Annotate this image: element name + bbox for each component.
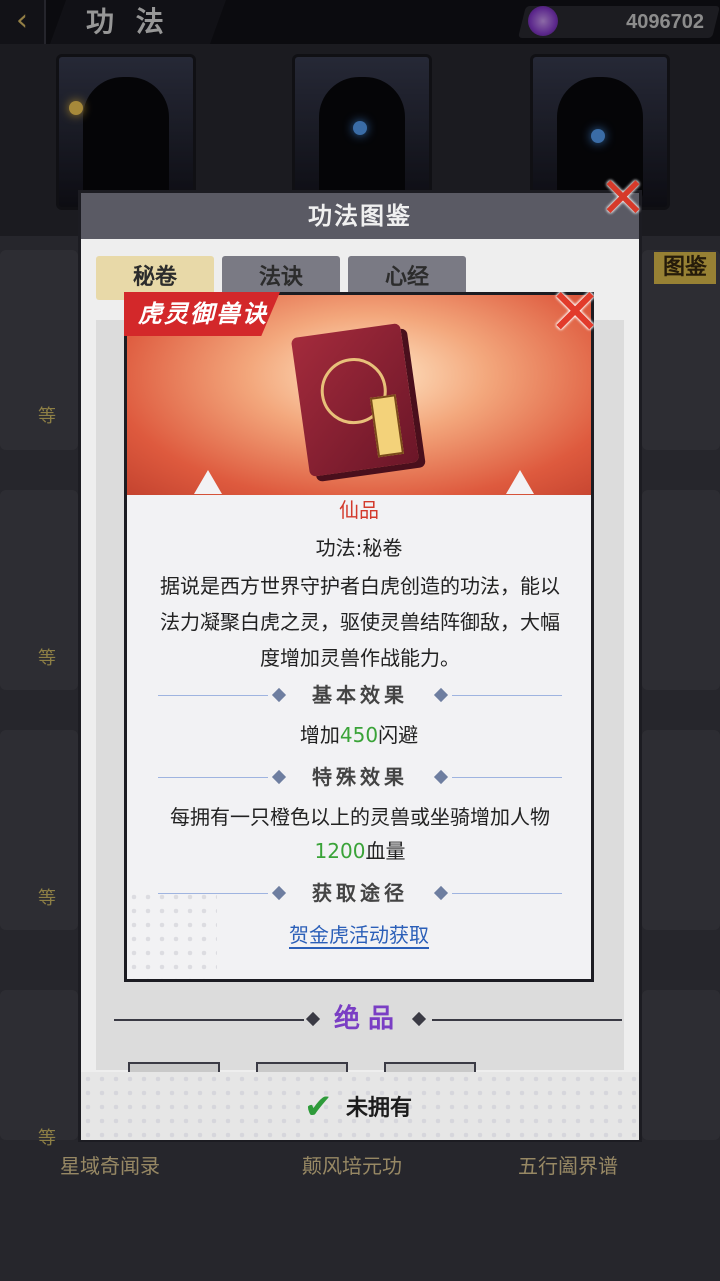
grade-section-title: 绝品 <box>333 1004 402 1034</box>
section-title: 获取途径 <box>312 881 408 905</box>
technique-grade: 仙品 <box>339 498 379 522</box>
dialog-title: 功法图鉴 <box>81 193 639 239</box>
decorative-pattern <box>127 890 217 979</box>
section-header-acquire: 获取途径 <box>158 878 562 908</box>
divider-line <box>452 777 562 778</box>
effect-prefix: 每拥有一只橙色以上的灵兽或坐骑增加人物 <box>170 805 550 829</box>
divider-line <box>452 695 562 696</box>
effect-suffix: 血量 <box>365 839 406 863</box>
effect-suffix: 闪避 <box>378 723 419 747</box>
section-header-basic: 基本效果 <box>158 680 562 710</box>
checkmark-icon: ✔ <box>304 1087 333 1127</box>
secret-scroll-book-icon <box>290 323 420 477</box>
technique-description: 据说是西方世界守护者白虎创造的功法，能以法力凝聚白虎之灵，驱使灵兽结阵御敌，大幅… <box>160 574 560 670</box>
grade-divider: 绝品 <box>114 1002 622 1036</box>
divider-line <box>158 777 268 778</box>
effect-prefix: 增加 <box>299 723 340 747</box>
acquire-link-text[interactable]: 贺金虎活动获取 <box>289 923 429 949</box>
ownership-status: 未拥有 <box>346 1096 413 1121</box>
technique-name: 虎灵御兽诀 <box>124 292 280 336</box>
close-icon[interactable]: ✕ <box>544 281 606 345</box>
basic-effect-text: 增加450闪避 <box>127 718 591 752</box>
divider-line <box>452 893 562 894</box>
special-effect-text: 每拥有一只橙色以上的灵兽或坐骑增加人物 1200血量 <box>150 800 570 870</box>
banner-notch <box>506 470 534 494</box>
section-header-special: 特殊效果 <box>158 762 562 792</box>
section-title: 基本效果 <box>312 683 408 707</box>
effect-value: 1200 <box>314 839 366 863</box>
divider-line <box>158 695 268 696</box>
book-tag <box>369 394 404 458</box>
effect-value: 450 <box>339 723 379 747</box>
banner-notch <box>194 470 222 494</box>
divider-line <box>114 1019 304 1021</box>
technique-type: 功法:秘卷 <box>315 536 403 560</box>
section-title: 特殊效果 <box>312 765 408 789</box>
close-icon[interactable]: ✕ <box>596 171 650 227</box>
divider-line <box>432 1019 622 1021</box>
